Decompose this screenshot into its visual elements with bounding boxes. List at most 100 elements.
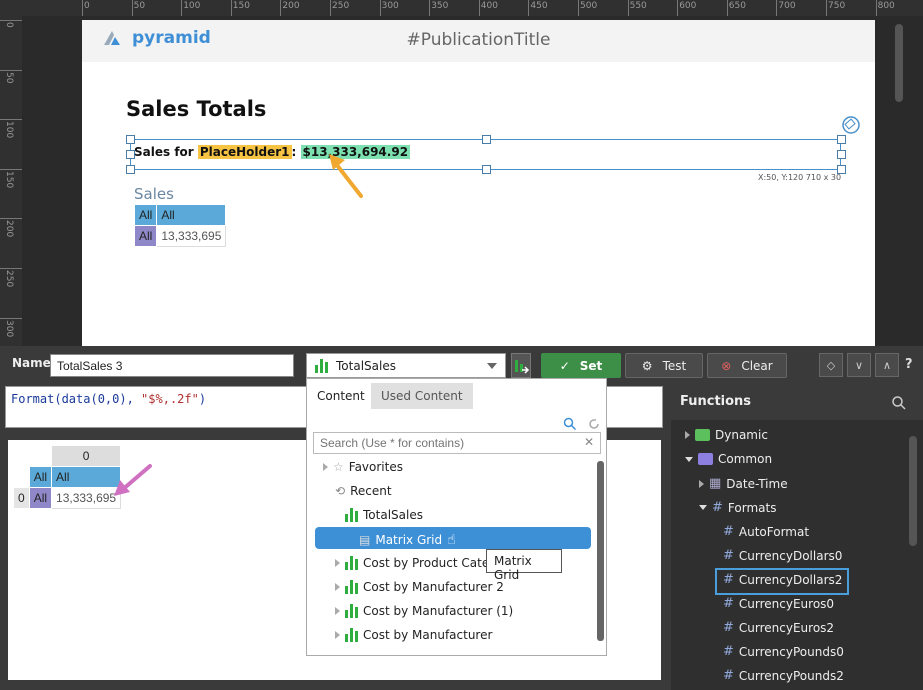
fn-label: Common <box>718 452 773 466</box>
ruler-tick <box>0 69 22 71</box>
ruler-tick <box>0 268 22 269</box>
dd-label: Matrix Grid <box>375 533 443 547</box>
ruler-top: 0 50 100 150 200 250 300 350 400 450 500 550 600 650 7… <box>0 0 923 16</box>
chevron-down-icon <box>487 363 497 369</box>
ruler-label: 350 <box>431 1 449 11</box>
dd-item-recent[interactable]: ⟲ Recent <box>335 484 392 498</box>
expand-icon <box>335 583 340 591</box>
rotate-icon[interactable] <box>840 114 862 136</box>
history-icon: ⟲ <box>335 484 346 498</box>
fn-label: Formats <box>727 500 777 515</box>
set-label: Set <box>579 358 603 373</box>
dd-label: Cost by Manufacturer 2 <box>363 580 504 594</box>
empty-cell <box>13 466 30 488</box>
tab-content[interactable]: Content <box>307 383 375 409</box>
dd-label: TotalSales <box>363 508 423 522</box>
ruler-label: 700 <box>778 1 796 11</box>
test-button[interactable]: ⚙ Test <box>625 353 703 378</box>
fn-autoformat[interactable]: # AutoFormat <box>723 524 809 539</box>
functions-header: Functions <box>671 386 923 420</box>
ruler-label: 650 <box>728 1 746 11</box>
fn-currency-euros2[interactable]: # CurrencyEuros2 <box>723 620 834 635</box>
ruler-tick <box>230 0 232 16</box>
move-down-button[interactable]: ∨ <box>847 353 871 377</box>
dd-item-favorites[interactable]: ☆ Favorites <box>323 460 403 474</box>
selection-highlight <box>715 568 849 595</box>
resize-handle[interactable] <box>482 135 491 144</box>
ruler-label: 750 <box>828 1 846 11</box>
ruler-tick <box>0 168 22 170</box>
fn-currency-euros0[interactable]: # CurrencyEuros0 <box>723 596 834 611</box>
tab-used-content[interactable]: Used Content <box>371 383 473 409</box>
search-icon[interactable] <box>891 395 907 411</box>
preview-cell: 13,333,695 <box>51 487 122 509</box>
dropdown-search-input[interactable] <box>313 432 601 454</box>
preview-row-header: All <box>28 487 53 509</box>
bar-chart-icon <box>345 628 358 642</box>
ruler-tick <box>379 0 381 16</box>
ruler-label: 450 <box>530 1 548 11</box>
ruler-label: 150 <box>232 1 250 11</box>
ruler-label: 100 <box>4 121 14 139</box>
fn-currency-dollars0[interactable]: # CurrencyDollars0 <box>723 548 842 563</box>
ruler-label: 400 <box>480 1 498 11</box>
set-button[interactable]: ✓ Set <box>541 353 621 378</box>
insert-button[interactable] <box>511 353 531 378</box>
clear-search-icon[interactable]: ✕ <box>584 435 594 449</box>
ruler-label: 100 <box>183 1 201 11</box>
grid-row-header: All <box>133 225 158 247</box>
fn-currency-pounds2[interactable]: # CurrencyPounds2 <box>723 668 844 683</box>
ruler-tick <box>181 0 183 16</box>
search-icon[interactable] <box>563 417 577 431</box>
collapse-icon <box>699 505 707 510</box>
dd-item-cost-by-mfr[interactable]: Cost by Manufacturer <box>335 628 492 642</box>
clear-label: Clear <box>741 358 773 373</box>
ruler-label: 50 <box>4 71 14 84</box>
hand-cursor-icon: ☝ <box>447 532 456 548</box>
function-icon: # <box>723 644 734 659</box>
resize-handle[interactable] <box>837 150 846 159</box>
sales-text: Sales for PlaceHolder1: $13,333,694.92 <box>134 145 411 159</box>
fn-label: CurrencyPounds2 <box>738 668 844 683</box>
dd-item-cost-by-mfr1[interactable]: Cost by Manufacturer (1) <box>335 604 513 618</box>
resize-handle[interactable] <box>837 135 846 144</box>
resize-handle[interactable] <box>126 165 135 174</box>
fn-label: CurrencyPounds0 <box>738 644 844 659</box>
resize-handle[interactable] <box>482 165 491 174</box>
dd-item-cost-by-product[interactable]: Cost by Product Catego <box>335 556 504 570</box>
test-icon: ⚙ <box>641 358 653 373</box>
ruler-tick <box>82 0 83 16</box>
insert-icon <box>515 360 530 374</box>
fn-currency-pounds0[interactable]: # CurrencyPounds0 <box>723 644 844 659</box>
ruler-tick <box>0 317 22 319</box>
fn-label: CurrencyEuros2 <box>738 620 835 635</box>
sales-totals-title: Sales Totals <box>126 97 267 121</box>
folder-icon <box>698 453 713 465</box>
clear-button[interactable]: ⊗ Clear <box>707 353 787 378</box>
functions-scrollbar[interactable] <box>909 436 917 546</box>
ruler-label: 600 <box>679 1 697 11</box>
fn-folder-common[interactable]: Common <box>685 452 772 466</box>
dd-item-matrix-grid[interactable]: ▤ Matrix Grid ☝ <box>359 532 456 548</box>
content-select[interactable]: TotalSales <box>306 353 506 378</box>
checkmark-icon: ✓ <box>559 358 570 373</box>
ruler-label: 150 <box>4 170 14 188</box>
resize-handle[interactable] <box>126 135 135 144</box>
dropdown-scrollbar[interactable] <box>597 461 604 641</box>
fn-folder-formats[interactable]: # Formats <box>699 500 776 515</box>
help-icon[interactable]: ? <box>905 357 913 372</box>
fn-folder-dynamic[interactable]: Dynamic <box>685 428 768 442</box>
publication-page: pyramid #PublicationTitle Sales Totals S… <box>82 20 875 346</box>
dd-item-total-sales[interactable]: TotalSales <box>345 508 423 522</box>
move-up-button[interactable]: ∧ <box>875 353 899 377</box>
refresh-icon[interactable] <box>587 417 601 431</box>
diamond-button[interactable]: ◇ <box>819 353 843 377</box>
name-input[interactable] <box>50 354 294 377</box>
dd-item-cost-by-mfr2[interactable]: Cost by Manufacturer 2 <box>335 580 504 594</box>
fn-folder-date-time[interactable]: ▦ Date-Time <box>699 476 788 491</box>
canvas-scrollbar[interactable] <box>895 24 903 102</box>
ruler-tick <box>0 119 22 121</box>
ruler-tick <box>131 0 133 16</box>
function-icon: # <box>723 620 734 635</box>
ruler-label: 550 <box>629 1 647 11</box>
